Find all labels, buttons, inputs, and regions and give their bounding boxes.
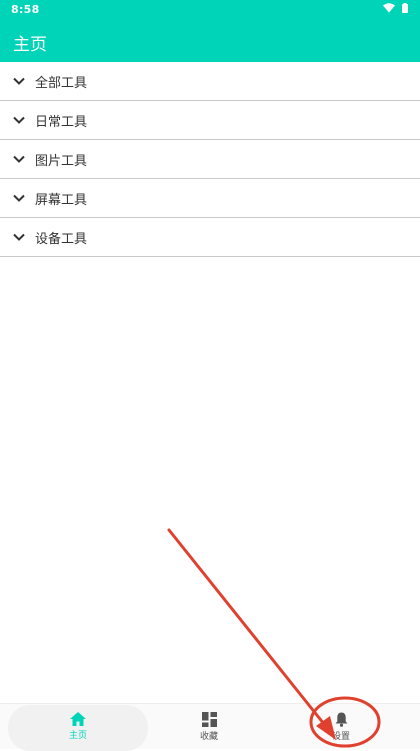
category-row-daily[interactable]: 日常工具 xyxy=(0,101,420,140)
category-row-device[interactable]: 设备工具 xyxy=(0,218,420,257)
category-label: 设备工具 xyxy=(35,231,88,247)
nav-settings-label: 设置 xyxy=(331,732,350,742)
status-time: 8:58 xyxy=(11,3,40,16)
nav-home[interactable]: 主页 xyxy=(33,704,123,749)
category-list: 全部工具 日常工具 图片工具 屏幕工具 设备工具 xyxy=(0,62,420,257)
bell-icon xyxy=(335,712,347,727)
category-row-screen[interactable]: 屏幕工具 xyxy=(0,179,420,218)
category-label: 屏幕工具 xyxy=(35,192,88,208)
nav-favorites[interactable]: 收藏 xyxy=(164,704,254,749)
category-label: 日常工具 xyxy=(35,114,88,130)
app-bar: 8:58 主页 xyxy=(0,0,420,62)
nav-home-label: 主页 xyxy=(68,731,87,741)
category-row-image[interactable]: 图片工具 xyxy=(0,140,420,179)
page-title: 主页 xyxy=(13,35,47,55)
battery-icon xyxy=(402,3,408,13)
chevron-down-icon xyxy=(13,194,25,202)
category-label: 全部工具 xyxy=(35,75,88,91)
status-icons xyxy=(383,3,408,13)
chevron-down-icon xyxy=(13,116,25,124)
dashboard-icon xyxy=(201,712,217,727)
annotation-arrow-line xyxy=(167,528,330,731)
category-label: 图片工具 xyxy=(35,153,88,169)
category-row-all[interactable]: 全部工具 xyxy=(0,62,420,101)
chevron-down-icon xyxy=(13,233,25,241)
bottom-nav: 主页 收藏 设置 xyxy=(0,703,420,751)
chevron-down-icon xyxy=(13,77,25,85)
chevron-down-icon xyxy=(13,155,25,163)
wifi-icon xyxy=(383,3,395,13)
home-icon xyxy=(70,712,86,726)
nav-favorites-label: 收藏 xyxy=(199,732,218,742)
nav-settings[interactable]: 设置 xyxy=(296,704,386,749)
